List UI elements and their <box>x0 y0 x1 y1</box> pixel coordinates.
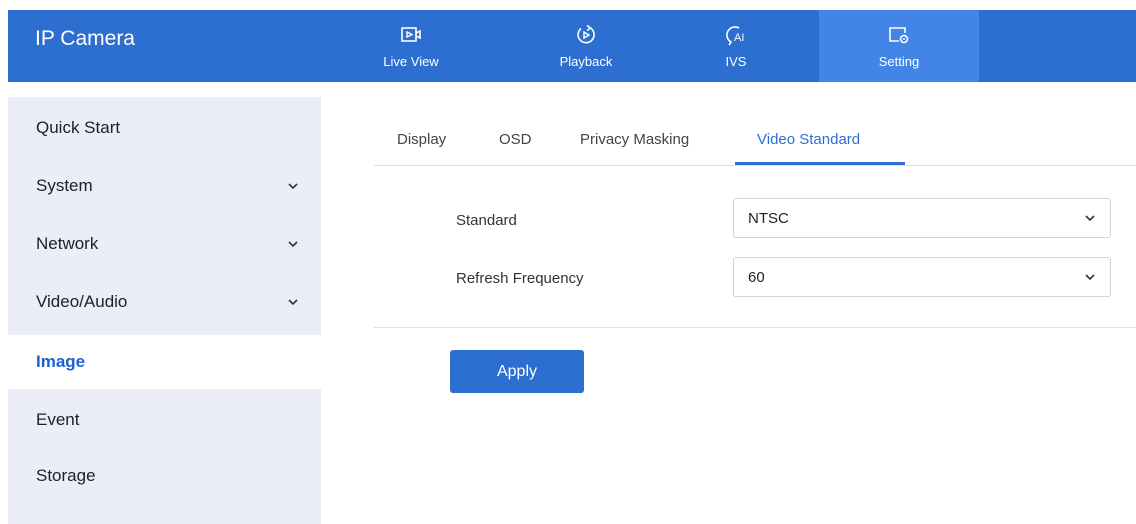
sidebar-item-storage[interactable]: Storage <box>8 447 321 505</box>
sidebar-item-quick-start[interactable]: Quick Start <box>8 99 321 157</box>
chevron-down-icon <box>288 183 298 190</box>
sidebar-item-label: Storage <box>36 466 96 485</box>
tab-live-view-label: Live View <box>383 54 439 69</box>
sidebar-item-label: Event <box>36 410 80 429</box>
svg-text:AI: AI <box>734 32 744 44</box>
tab-privacy-masking[interactable]: Privacy Masking <box>580 131 689 148</box>
sidebar-item-label: Video/Audio <box>36 292 128 311</box>
refresh-frequency-select[interactable]: 60 <box>733 257 1111 297</box>
tab-setting[interactable]: Setting <box>819 10 979 82</box>
tab-playback-label: Playback <box>559 54 613 69</box>
tab-live-view[interactable]: Live View <box>380 10 442 82</box>
form-divider <box>374 327 1136 328</box>
sidebar-item-image[interactable]: Image <box>8 335 321 389</box>
setting-icon <box>889 27 909 44</box>
sidebar-item-system[interactable]: System <box>8 157 321 215</box>
tab-playback[interactable]: Playback <box>531 10 641 82</box>
sidebar-item-network[interactable]: Network <box>8 215 321 273</box>
app-title: IP Camera <box>35 27 135 50</box>
tabs-divider <box>374 165 1136 166</box>
chevron-down-icon <box>288 241 298 248</box>
ai-icon: AI <box>726 26 744 46</box>
standard-label: Standard <box>456 212 517 229</box>
sidebar-item-label: System <box>36 176 93 195</box>
top-navigation-bar: IP Camera Live View Playback AI IVS Sett… <box>8 10 1136 82</box>
standard-select-value: NTSC <box>748 209 789 227</box>
tab-ivs-label: IVS <box>725 54 747 69</box>
live-view-icon <box>401 27 421 42</box>
tab-ivs[interactable]: AI IVS <box>701 10 771 82</box>
apply-button[interactable]: Apply <box>450 350 584 393</box>
sidebar-item-label: Image <box>36 352 86 371</box>
sidebar-item-event[interactable]: Event <box>8 391 321 449</box>
tab-setting-label: Setting <box>878 54 920 69</box>
tab-display[interactable]: Display <box>397 131 446 148</box>
sidebar-item-label: Quick Start <box>36 118 121 137</box>
chevron-down-icon <box>288 299 298 306</box>
chevron-down-icon <box>1085 215 1095 222</box>
refresh-frequency-select-value: 60 <box>748 268 765 286</box>
sidebar-item-label: Network <box>36 234 99 253</box>
refresh-frequency-label: Refresh Frequency <box>456 270 584 287</box>
tab-video-standard[interactable]: Video Standard <box>757 131 860 148</box>
settings-sidebar: Quick Start System Network Video/Audio I… <box>8 97 321 524</box>
chevron-down-icon <box>1085 274 1095 281</box>
standard-select[interactable]: NTSC <box>733 198 1111 238</box>
tab-osd[interactable]: OSD <box>499 131 532 148</box>
playback-icon <box>577 24 595 44</box>
sidebar-item-video-audio[interactable]: Video/Audio <box>8 273 321 331</box>
